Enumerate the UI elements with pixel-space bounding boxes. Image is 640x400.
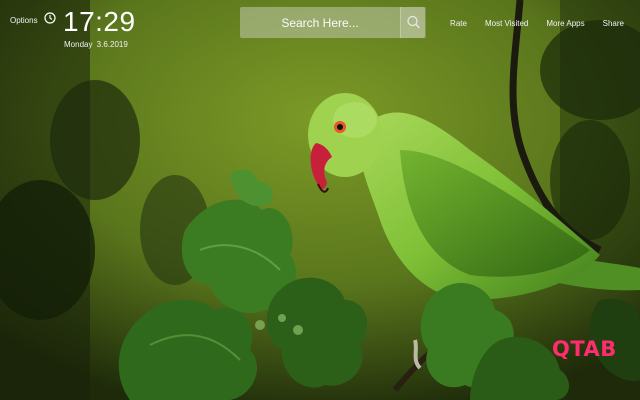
nav-share-link[interactable]: Share (603, 19, 624, 28)
options-button[interactable]: Options (10, 16, 38, 25)
clock-time: 17:29 (63, 6, 136, 37)
wallpaper-parrot-image (0, 0, 640, 400)
clock-icon[interactable] (44, 12, 56, 24)
search-icon (407, 15, 421, 29)
search-input[interactable] (240, 7, 400, 38)
search-button[interactable] (400, 7, 426, 38)
top-nav: Rate Most Visited More Apps Share (432, 19, 624, 28)
search-bar (240, 7, 426, 38)
nav-more-apps-link[interactable]: More Apps (546, 19, 584, 28)
clock-date: Monday 3.6.2019 (64, 40, 128, 49)
nav-most-visited-link[interactable]: Most Visited (485, 19, 528, 28)
nav-rate-link[interactable]: Rate (450, 19, 467, 28)
qtab-logo[interactable]: QTAB (552, 337, 617, 361)
top-bar: Options 17:29 Monday 3.6.2019 Rate Most … (0, 0, 640, 50)
